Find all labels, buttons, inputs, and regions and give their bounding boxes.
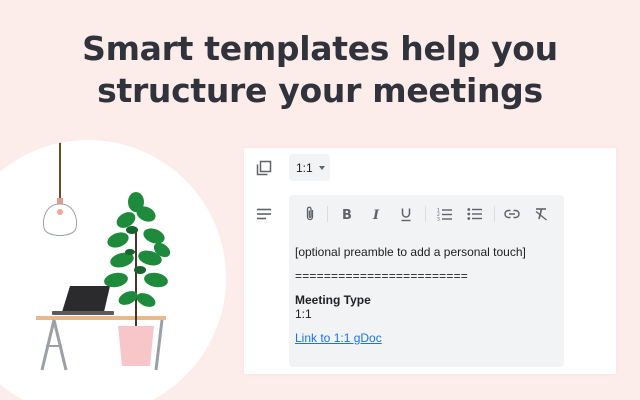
clear-formatting-icon[interactable] <box>532 205 550 223</box>
section-heading: Meeting Type <box>295 293 371 307</box>
headline: Smart templates help you structure your … <box>0 28 640 112</box>
divider-text: ======================== <box>295 269 468 283</box>
plant-leaves <box>104 192 171 307</box>
formatting-toolbar: B I 1 2 3 <box>289 203 564 225</box>
laptop-base <box>52 311 114 315</box>
template-select[interactable]: 1:1 <box>289 154 330 181</box>
section-value: 1:1 <box>295 307 312 321</box>
headline-line-1: Smart templates help you <box>82 29 558 68</box>
svg-text:3: 3 <box>437 217 440 222</box>
toolbar-divider <box>425 206 426 222</box>
svg-text:B: B <box>342 208 352 221</box>
lamp-bulb <box>43 203 77 236</box>
bold-icon[interactable]: B <box>338 205 356 223</box>
notes-editor[interactable]: B I 1 2 3 [optional preamble to add a pe… <box>289 195 564 367</box>
italic-icon[interactable]: I <box>368 205 386 223</box>
lamp-light <box>57 209 63 215</box>
template-panel: 1:1 B I 1 2 3 [optional preamble to add … <box>244 148 616 374</box>
plant-pot <box>118 326 154 366</box>
headline-line-2: structure your meetings <box>97 71 543 110</box>
preamble-text: [optional preamble to add a personal tou… <box>295 245 526 259</box>
notes-icon <box>254 204 274 224</box>
editor-content: [optional preamble to add a personal tou… <box>295 245 555 345</box>
lamp-cap <box>57 198 63 204</box>
svg-text:I: I <box>372 208 380 221</box>
chevron-down-icon <box>318 165 325 170</box>
desk-leg-right <box>154 319 164 371</box>
desk-illustration <box>36 140 171 371</box>
toolbar-divider <box>327 206 328 222</box>
copy-icon <box>254 158 274 178</box>
laptop-screen <box>62 286 110 312</box>
desk-top <box>36 316 166 320</box>
illustration-circle <box>0 140 226 400</box>
page: Smart templates help you structure your … <box>0 0 640 400</box>
underline-icon[interactable] <box>397 205 415 223</box>
template-select-value: 1:1 <box>296 160 313 175</box>
bulleted-list-icon[interactable] <box>466 205 484 223</box>
link-icon[interactable] <box>503 205 521 223</box>
attach-icon[interactable] <box>301 205 319 223</box>
numbered-list-icon[interactable]: 1 2 3 <box>436 205 454 223</box>
doc-link[interactable]: Link to 1:1 gDoc <box>295 331 382 345</box>
toolbar-divider <box>494 206 495 222</box>
